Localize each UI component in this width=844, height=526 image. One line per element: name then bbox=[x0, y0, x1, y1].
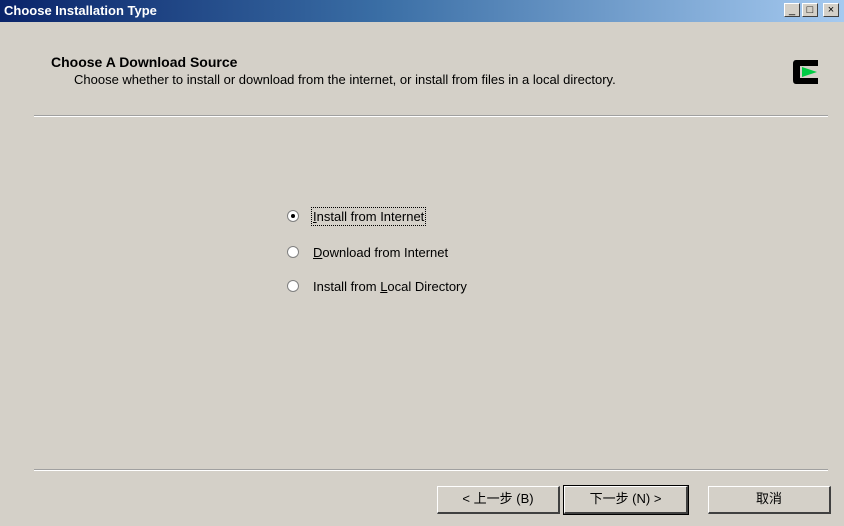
option-label[interactable]: Install from Internet bbox=[310, 206, 427, 226]
option-label[interactable]: Download from Internet bbox=[313, 245, 448, 260]
option-download-internet[interactable]: Download from Internet bbox=[287, 242, 448, 262]
option-install-local[interactable]: Install from Local Directory bbox=[287, 276, 467, 296]
maximize-button[interactable]: □ bbox=[802, 3, 818, 17]
page-title: Choose A Download Source bbox=[51, 54, 238, 70]
minimize-button[interactable]: _ bbox=[784, 3, 800, 17]
next-button[interactable]: 下一步 (N) > bbox=[563, 485, 689, 515]
cancel-button[interactable]: 取消 bbox=[708, 486, 831, 514]
radio-button[interactable] bbox=[287, 210, 299, 222]
close-button[interactable]: × bbox=[823, 3, 839, 17]
option-install-internet[interactable]: Install from Internet bbox=[287, 206, 427, 226]
cygwin-logo-icon bbox=[793, 60, 818, 84]
window-title: Choose Installation Type bbox=[4, 3, 157, 18]
footer-divider bbox=[34, 469, 828, 471]
back-button[interactable]: < 上一步 (B) bbox=[437, 486, 560, 514]
radio-button[interactable] bbox=[287, 280, 299, 292]
page-subtitle: Choose whether to install or download fr… bbox=[74, 72, 616, 87]
title-bar[interactable]: Choose Installation Type _ □ × bbox=[0, 0, 844, 22]
option-label[interactable]: Install from Local Directory bbox=[313, 279, 467, 294]
radio-button[interactable] bbox=[287, 246, 299, 258]
header-divider bbox=[34, 115, 828, 117]
